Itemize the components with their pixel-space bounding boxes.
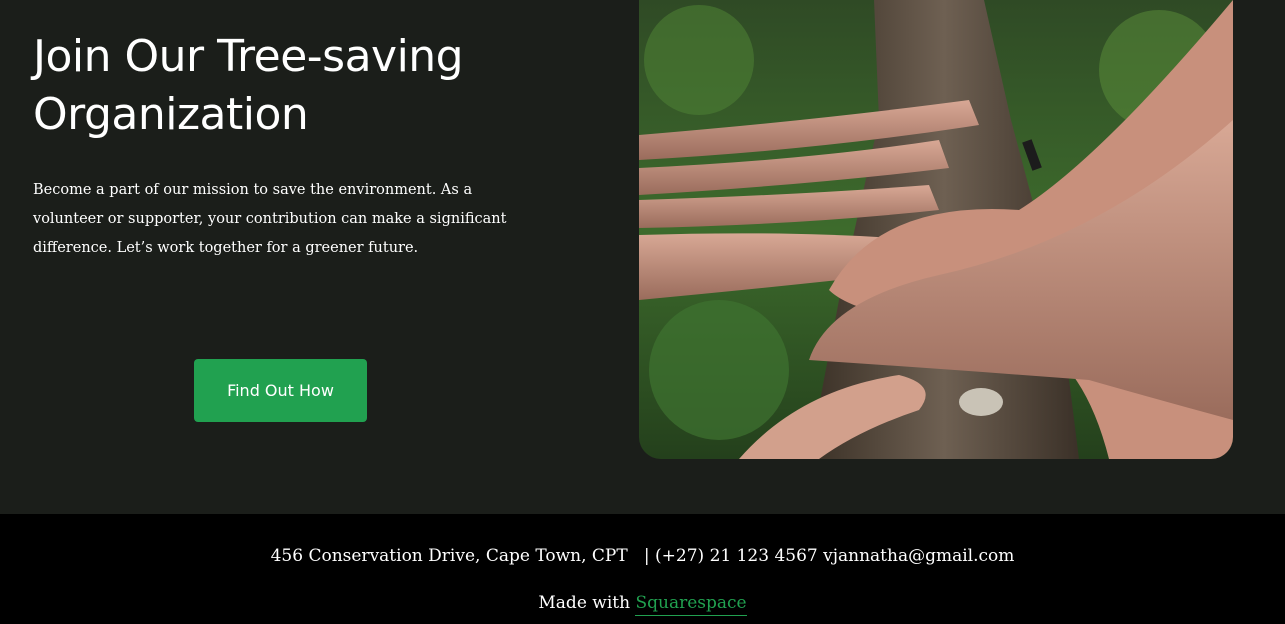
contact-line: 456 Conservation Drive, Cape Town, CPT |… [0, 544, 1285, 568]
find-out-how-button[interactable]: Find Out How [194, 359, 367, 422]
footer-email: vjannatha@gmail.com [823, 546, 1015, 566]
squarespace-link[interactable]: Squarespace [635, 593, 747, 616]
hero-section: Join Our Tree-saving Organization Become… [0, 0, 1285, 514]
hands-on-tree-photo [639, 0, 1233, 459]
hands-on-tree-image [639, 0, 1233, 459]
made-with-line: Made with Squarespace [0, 591, 1285, 616]
footer-separator: | [643, 546, 650, 566]
footer-address: 456 Conservation Drive, Cape Town, CPT [270, 546, 628, 566]
hero-description: Become a part of our mission to save the… [33, 182, 507, 256]
footer: 456 Conservation Drive, Cape Town, CPT |… [0, 514, 1285, 624]
made-with-label: Made with [538, 593, 631, 613]
footer-phone: (+27) 21 123 4567 [655, 546, 818, 566]
page-title: Join Our Tree-saving Organization [33, 31, 464, 140]
